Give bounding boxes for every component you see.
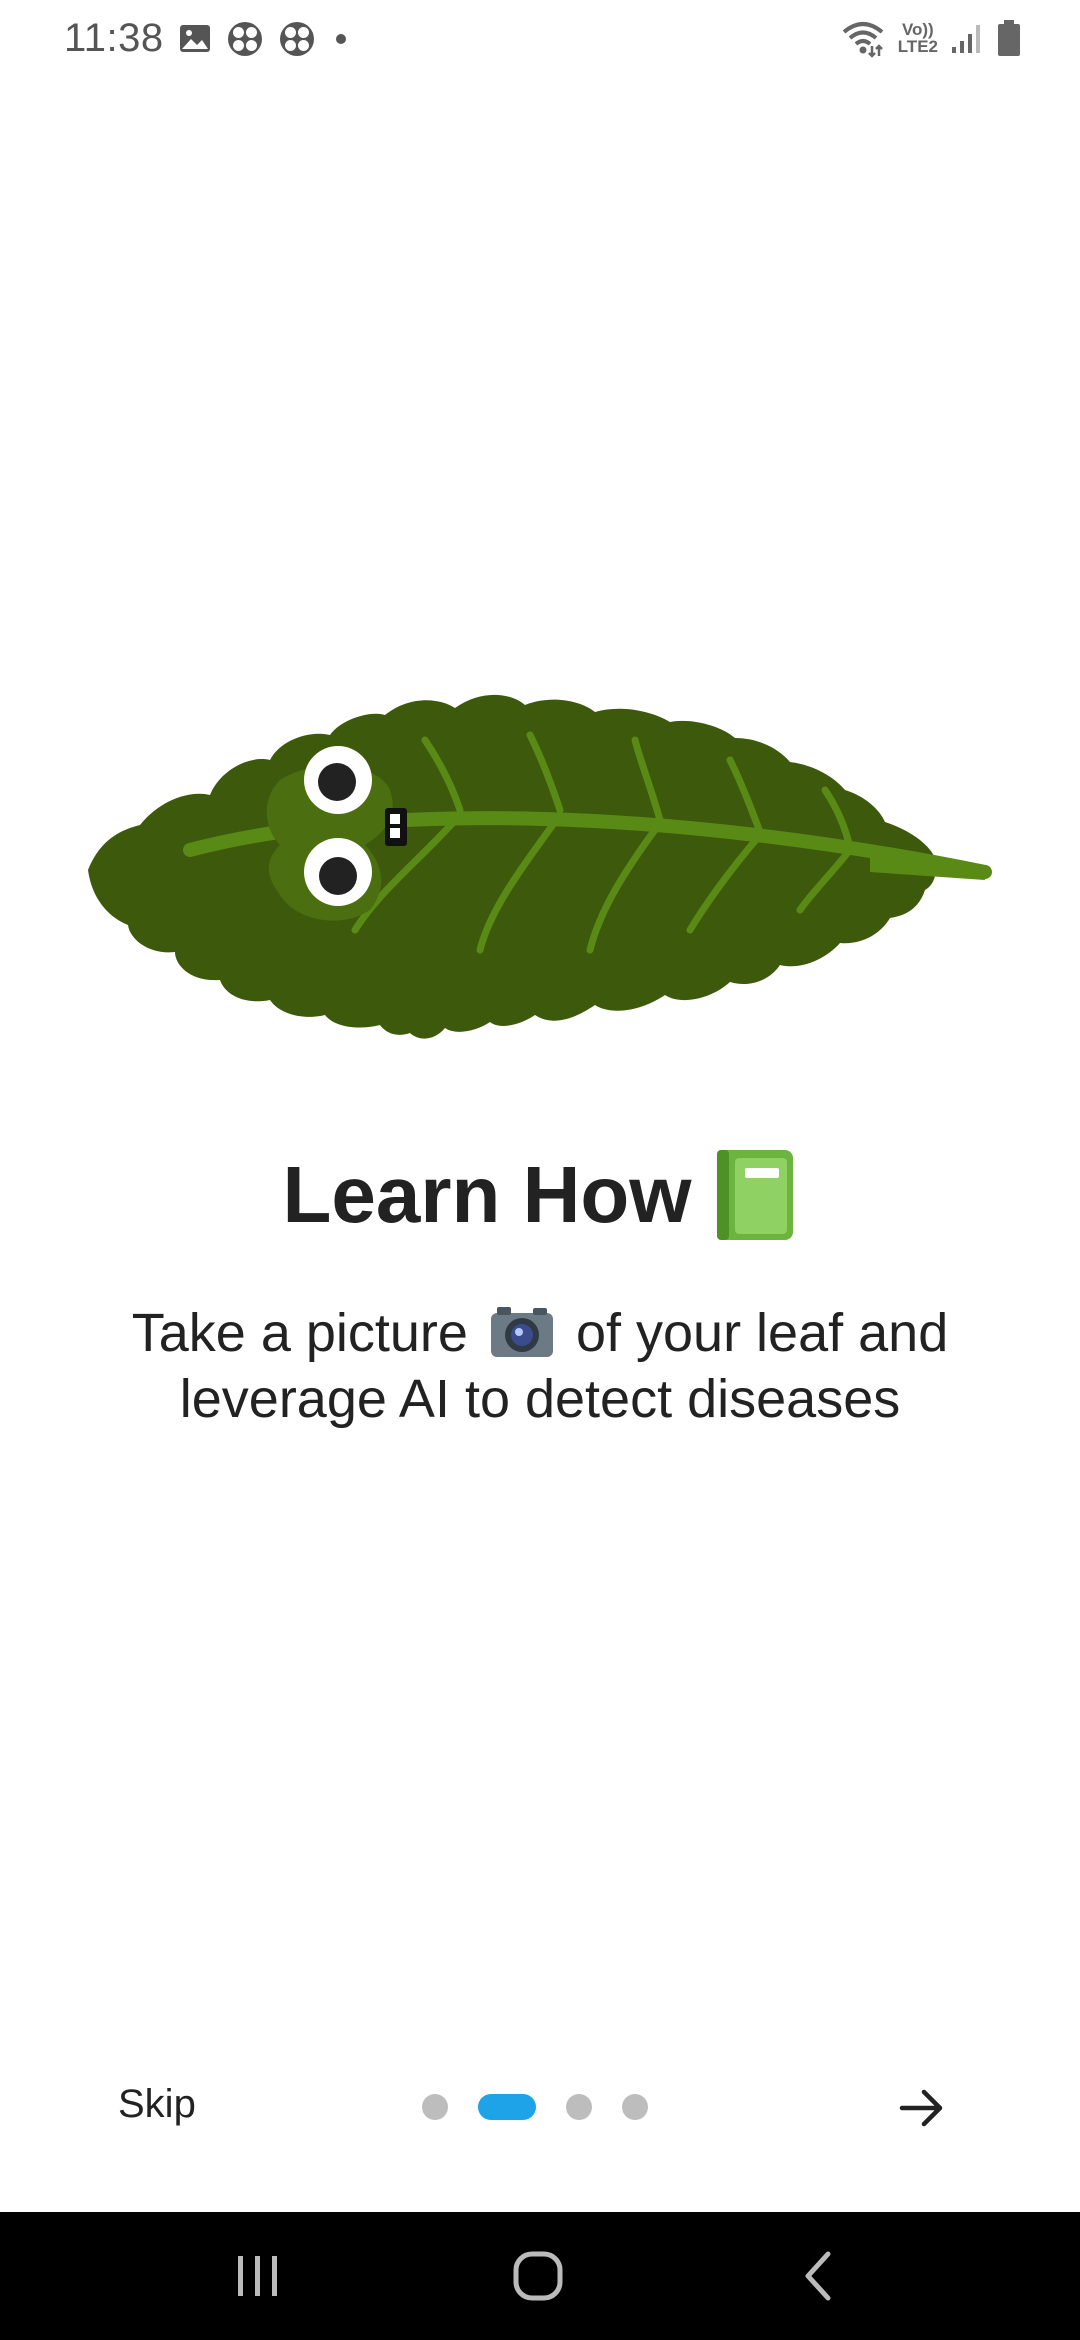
status-time: 11:38 <box>64 16 164 60</box>
subtitle-part-1: Take a picture <box>131 1303 468 1363</box>
book-icon <box>717 1150 794 1240</box>
dot-icon <box>336 34 346 44</box>
system-icons: Vo)) LTE2 <box>840 18 1022 58</box>
pinwheel-icon <box>280 22 314 56</box>
onboarding-screen: 11:38 Vo)) LTE2 Learn How Take a picture… <box>0 0 1080 2340</box>
volte-top-label: Vo)) <box>901 20 934 39</box>
back-icon[interactable] <box>790 2246 850 2306</box>
home-icon[interactable] <box>508 2246 568 2306</box>
leaf-mascot-illustration <box>88 694 992 1039</box>
page-title-text: Learn How <box>282 1150 692 1239</box>
page-dot-4[interactable] <box>622 2094 648 2120</box>
page-dot-2-active[interactable] <box>478 2094 536 2120</box>
page-subtitle: Take a picture of your leaf and leverage… <box>100 1300 980 1432</box>
page-dot-1[interactable] <box>422 2094 448 2120</box>
status-bar: 11:38 Vo)) LTE2 <box>0 0 1080 84</box>
mascot-mouth <box>385 808 407 846</box>
volte-bottom-label: LTE2 <box>897 37 938 56</box>
next-arrow-icon[interactable] <box>896 2082 948 2134</box>
page-indicator <box>422 2094 648 2120</box>
signal-icon <box>952 25 980 53</box>
wifi-icon <box>842 22 883 58</box>
notification-icons <box>178 20 352 58</box>
gallery-icon <box>180 25 210 52</box>
volte-indicator: Vo)) LTE2 <box>898 21 938 55</box>
pinwheel-icon <box>228 22 262 56</box>
page-title: Learn How <box>0 1148 1080 1242</box>
recent-apps-icon[interactable] <box>228 2246 288 2306</box>
system-navigation-bar <box>0 2212 1080 2340</box>
page-dot-3[interactable] <box>566 2094 592 2120</box>
camera-icon <box>490 1307 553 1357</box>
battery-icon <box>998 20 1020 56</box>
leaf-body <box>88 694 937 1039</box>
skip-button[interactable]: Skip <box>118 2082 196 2127</box>
